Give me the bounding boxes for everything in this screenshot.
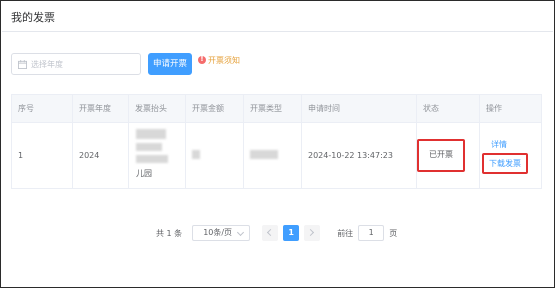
col-header-year: 开票年度 [72, 94, 129, 123]
cell-index: 1 [11, 122, 73, 189]
redacted-block [136, 143, 162, 151]
col-header-apply-time: 申请时间 [301, 94, 417, 123]
invoice-page: 我的发票 选择年度 申请开票 开票须知 序号 开票年度 发票抬头 开票金额 开票… [0, 0, 555, 288]
page-suffix-label: 页 [389, 228, 398, 238]
redacted-block [136, 129, 166, 139]
cell-invoice-title: 儿园 [128, 122, 186, 189]
next-page-button[interactable] [304, 225, 321, 241]
cell-type [243, 122, 302, 189]
col-header-type: 开票类型 [243, 94, 302, 123]
cell-amount [185, 122, 244, 189]
page-size-value: 10条/页 [203, 228, 233, 237]
cell-apply-time: 2024-10-22 13:47:23 [301, 122, 417, 189]
year-picker-placeholder: 选择年度 [31, 60, 63, 69]
page-number-current[interactable]: 1 [283, 225, 300, 241]
redacted-block [136, 155, 168, 163]
col-header-index: 序号 [11, 94, 73, 123]
cell-year: 2024 [72, 122, 129, 189]
redacted-block [250, 150, 278, 159]
title-divider [2, 31, 553, 32]
page-title: 我的发票 [11, 11, 55, 24]
cell-actions: 详情 下载发票 [479, 122, 542, 189]
download-invoice-highlight: 下载发票 [482, 153, 528, 174]
chevron-right-icon [307, 228, 315, 237]
col-header-actions: 操作 [479, 94, 542, 123]
col-header-title: 发票抬头 [128, 94, 186, 123]
download-invoice-link[interactable]: 下载发票 [489, 159, 521, 168]
col-header-amount: 开票金额 [185, 94, 244, 123]
invoice-title-tail: 儿园 [136, 169, 152, 178]
detail-link[interactable]: 详情 [491, 139, 507, 150]
year-picker[interactable]: 选择年度 [11, 53, 141, 75]
calendar-icon [18, 60, 27, 69]
pagination: 共 1 条 10条/页 1 前往 1 页 [156, 225, 397, 241]
prev-page-button[interactable] [262, 225, 279, 241]
goto-page-input[interactable]: 1 [358, 225, 385, 241]
invoice-table: 序号 开票年度 发票抬头 开票金额 开票类型 申请时间 状态 操作 1 2024… [11, 94, 542, 189]
table-header-row: 序号 开票年度 发票抬头 开票金额 开票类型 申请时间 状态 操作 [11, 94, 542, 123]
redacted-block [192, 150, 200, 159]
table-row: 1 2024 儿园 2024-10-22 13:47:23 已开票 详情 下载发… [11, 122, 542, 189]
invoice-notice-link[interactable]: 开票须知 [198, 54, 240, 66]
col-header-status: 状态 [416, 94, 480, 123]
pagination-total: 共 1 条 [156, 228, 183, 238]
goto-label: 前往 [337, 228, 354, 238]
cell-status: 已开票 [416, 122, 480, 189]
page-size-select[interactable]: 10条/页 [192, 225, 251, 241]
apply-invoice-button[interactable]: 申请开票 [148, 53, 192, 75]
chevron-left-icon [267, 228, 275, 237]
status-badge: 已开票 [417, 139, 465, 172]
invoice-notice-label: 开票须知 [208, 55, 240, 65]
chevron-down-icon [237, 228, 245, 237]
warning-icon [198, 55, 206, 64]
